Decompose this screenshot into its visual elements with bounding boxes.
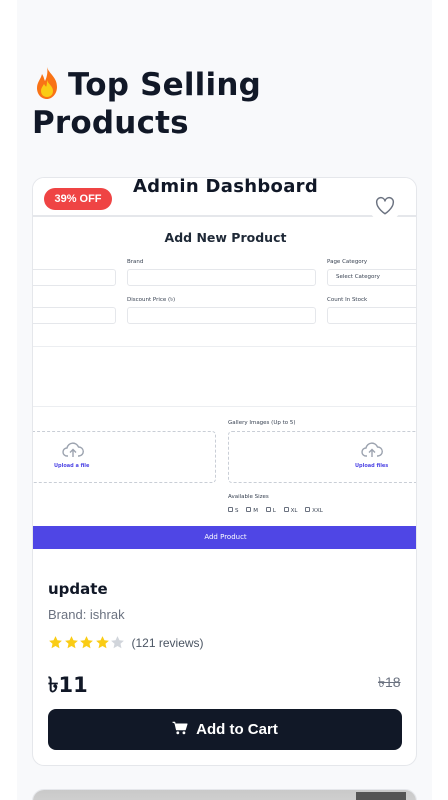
upload-cloud-icon	[62, 442, 84, 457]
image-sizes-label: Available Sizes	[228, 494, 269, 500]
size-label: XXL	[312, 507, 323, 514]
star-filled-icon	[64, 636, 78, 649]
image-dropzone-left	[33, 431, 216, 483]
checkbox-icon	[283, 507, 289, 512]
size-option: M	[246, 507, 258, 514]
image-sizes-row: S M L XL XXL	[228, 507, 329, 514]
next-product-image-detail	[356, 792, 406, 800]
image-input-left-2	[33, 307, 116, 324]
wishlist-button[interactable]	[369, 190, 401, 222]
size-label: XL	[290, 507, 298, 514]
image-brand-label: Brand	[127, 259, 144, 265]
image-separator-2	[33, 406, 416, 407]
product-name[interactable]: update	[48, 580, 108, 598]
image-page-category-label: Page Category	[327, 259, 368, 265]
image-upload-files-text: Upload files	[355, 463, 389, 469]
image-discount-input	[127, 307, 316, 324]
page-container: Top Selling Products Admin Dashboard Add…	[17, 0, 432, 800]
discount-badge: 39% OFF	[44, 188, 112, 210]
star-filled-icon	[49, 636, 62, 649]
add-to-cart-label: Add to Cart	[196, 721, 278, 738]
cart-icon	[172, 721, 188, 735]
checkbox-icon	[246, 507, 252, 512]
add-to-cart-button[interactable]: Add to Cart	[48, 709, 402, 750]
image-dropzone-right	[228, 431, 416, 483]
image-brand-input	[127, 269, 316, 286]
image-upload-file-text: Upload a file	[54, 463, 90, 469]
image-discount-label: Discount Price (৳)	[127, 297, 176, 303]
product-rating: (121 reviews)	[48, 634, 204, 650]
size-option: S	[228, 507, 239, 514]
star-filled-icon	[80, 636, 93, 649]
product-brand: Brand: ishrak	[48, 607, 125, 622]
next-product-card[interactable]	[32, 789, 417, 800]
fire-icon	[37, 67, 57, 99]
size-label: M	[253, 507, 258, 514]
image-input-left-1	[33, 269, 116, 286]
image-add-product-bar: Add Product	[33, 526, 416, 549]
image-stock-input	[327, 307, 416, 324]
heart-icon	[375, 196, 395, 215]
image-stock-label: Count In Stock	[327, 297, 368, 303]
section-title-text: Top Selling Products	[32, 67, 261, 141]
size-option: XL	[283, 507, 298, 514]
size-label: S	[235, 507, 239, 514]
star-empty-icon	[111, 636, 124, 649]
original-price: ৳18	[378, 674, 401, 690]
size-option: L	[265, 507, 276, 514]
checkbox-icon	[265, 507, 271, 512]
product-price: ৳11	[48, 673, 88, 697]
review-count: (121 reviews)	[131, 635, 204, 650]
upload-cloud-icon	[361, 442, 383, 457]
image-divider	[33, 215, 416, 217]
size-label: L	[272, 507, 276, 514]
image-category-select: Select Category	[327, 269, 416, 286]
image-form-title: Add New Product	[164, 230, 287, 245]
product-card[interactable]: Admin Dashboard Add New Product Brand Pa…	[32, 177, 417, 766]
image-separator-1	[33, 346, 416, 347]
section-title: Top Selling Products	[32, 66, 412, 142]
image-gallery-label: Gallery Images (Up to 5)	[228, 420, 296, 426]
product-image[interactable]: Admin Dashboard Add New Product Brand Pa…	[33, 178, 416, 549]
checkbox-icon	[305, 507, 311, 512]
size-option: XXL	[305, 507, 323, 514]
star-filled-icon	[95, 636, 109, 649]
checkbox-icon	[228, 507, 233, 512]
